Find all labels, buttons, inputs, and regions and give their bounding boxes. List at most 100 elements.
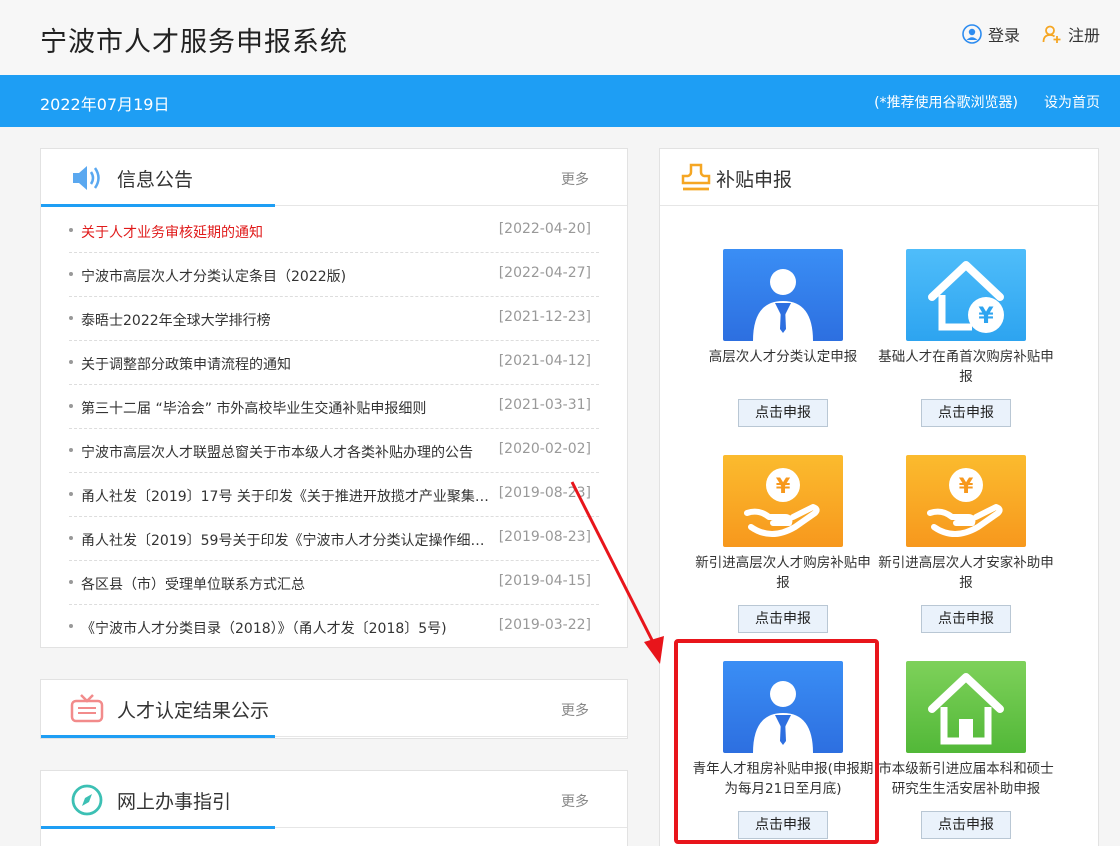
- active-tab-underline: [41, 204, 275, 207]
- svg-text:¥: ¥: [978, 304, 994, 329]
- hand-yen-icon: ¥: [927, 468, 1003, 537]
- tile-label: 新引进高层次人才购房补贴申报: [695, 555, 871, 591]
- active-tab-underline: [41, 826, 275, 829]
- login-label: 登录: [987, 26, 1020, 45]
- notice-panel: 信息公告 更多 关于人才业务审核延期的通知 [2022-04-20] 宁波市高层次…: [40, 148, 628, 648]
- notice-panel-title: 信息公告: [117, 169, 194, 191]
- notice-title[interactable]: 宁波市高层次人才分类认定条目（2022版): [81, 266, 493, 286]
- notice-title[interactable]: 宁波市高层次人才联盟总窗关于市本级人才各类补贴办理的公告: [81, 442, 493, 462]
- subsidy-tile: ¥ 新引进高层次人才安家补助申报 点击申报: [874, 455, 1058, 633]
- svg-text:¥: ¥: [776, 474, 791, 498]
- speaker-icon: [73, 166, 100, 190]
- notice-title[interactable]: 各区县（市）受理单位联系方式汇总: [81, 574, 493, 594]
- site-title: 宁波市人才服务申报系统: [40, 27, 348, 58]
- list-item: 甬人社发〔2019〕59号关于印发《宁波市人才分类认定操作细则》 [2019-08…: [69, 517, 599, 561]
- stamp-icon: [681, 163, 711, 191]
- notice-date: [2019-03-22]: [498, 617, 591, 633]
- notice-date: [2022-04-20]: [498, 221, 591, 237]
- notice-date: [2019-04-15]: [498, 573, 591, 589]
- tile-label: 新引进高层次人才安家补助申报: [878, 555, 1054, 591]
- list-item: 《宁波市人才分类目录（2018）》（甬人才发〔2018〕5号) [2019-03-…: [69, 605, 599, 649]
- list-item: 关于人才业务审核延期的通知 [2022-04-20]: [69, 209, 599, 253]
- list-item: 泰晤士2022年全球大学排行榜 [2021-12-23]: [69, 297, 599, 341]
- hand-yen-icon: ¥: [744, 468, 820, 537]
- list-item: 宁波市高层次人才分类认定条目（2022版) [2022-04-27]: [69, 253, 599, 297]
- current-date: 2022年07月19日: [40, 95, 170, 114]
- tile-label: 高层次人才分类认定申报: [708, 349, 858, 365]
- tile-image[interactable]: ¥: [906, 455, 1026, 547]
- add-user-icon: [1042, 25, 1061, 43]
- tile-label: 青年人才租房补贴申报(申报期为每月21日至月底): [692, 761, 874, 797]
- subsidy-tile: ¥ 新引进高层次人才购房补贴申报 点击申报: [691, 455, 875, 633]
- subsidy-tile: 市本级新引进应届本科和硕士研究生生活安居补助申报 点击申报: [874, 661, 1058, 839]
- svg-text:¥: ¥: [959, 474, 974, 498]
- guide-title: 网上办事指引: [117, 791, 232, 813]
- notice-title[interactable]: 关于调整部分政策申请流程的通知: [81, 354, 493, 374]
- apply-button[interactable]: 点击申报: [738, 811, 828, 839]
- notice-list: 关于人才业务审核延期的通知 [2022-04-20] 宁波市高层次人才分类认定条目…: [69, 209, 599, 649]
- browser-tip: (*推荐使用谷歌浏览器): [874, 95, 1018, 111]
- apply-button[interactable]: 点击申报: [921, 605, 1011, 633]
- tile-image[interactable]: [723, 249, 843, 341]
- tv-icon: [70, 694, 104, 723]
- notice-title[interactable]: 泰晤士2022年全球大学排行榜: [81, 310, 493, 330]
- tile-image[interactable]: ¥: [723, 455, 843, 547]
- talent-result-title: 人才认定结果公示: [117, 700, 270, 722]
- guide-panel: 网上办事指引 更多: [40, 770, 628, 846]
- notice-panel-header: 信息公告 更多: [41, 149, 627, 207]
- notice-date: [2022-04-27]: [498, 265, 591, 281]
- notice-date: [2021-12-23]: [498, 309, 591, 325]
- tile-label: 市本级新引进应届本科和硕士研究生生活安居补助申报: [878, 761, 1054, 797]
- apply-button[interactable]: 点击申报: [738, 399, 828, 427]
- notice-date: [2019-08-23]: [498, 529, 591, 545]
- auth-links: 登录 注册: [962, 22, 1100, 46]
- apply-button[interactable]: 点击申报: [738, 605, 828, 633]
- notice-date: [2020-02-02]: [498, 441, 591, 457]
- user-icon: [962, 24, 982, 44]
- notice-date: [2019-08-23]: [498, 485, 591, 501]
- register-link[interactable]: 注册: [1042, 22, 1100, 46]
- subsidy-tile: 青年人才租房补贴申报(申报期为每月21日至月底) 点击申报: [691, 661, 875, 839]
- notice-title[interactable]: 第三十二届 “毕洽会” 市外高校毕业生交通补贴申报细则: [81, 398, 493, 418]
- guide-more-link[interactable]: 更多: [561, 791, 589, 811]
- active-tab-underline: [41, 735, 275, 738]
- tile-label: 基础人才在甬首次购房补贴申报: [878, 349, 1054, 385]
- person-icon: [753, 269, 813, 341]
- guide-header: 网上办事指引 更多: [41, 771, 627, 829]
- apply-button[interactable]: 点击申报: [921, 811, 1011, 839]
- register-label: 注册: [1067, 26, 1100, 45]
- notice-title[interactable]: 关于人才业务审核延期的通知: [81, 222, 493, 242]
- notice-date: [2021-04-12]: [498, 353, 591, 369]
- subsidy-title: 补贴申报: [716, 169, 793, 191]
- notice-more-link[interactable]: 更多: [561, 169, 589, 189]
- person-icon: [753, 681, 813, 753]
- tile-image[interactable]: [906, 661, 1026, 753]
- notice-title[interactable]: 《宁波市人才分类目录（2018）》（甬人才发〔2018〕5号): [81, 618, 493, 638]
- talent-result-more-link[interactable]: 更多: [561, 700, 589, 720]
- tile-image[interactable]: ¥: [906, 249, 1026, 341]
- subsidy-header: 补贴申报: [660, 149, 1098, 206]
- house-yen-icon: ¥: [928, 261, 1004, 333]
- bluebar-links: (*推荐使用谷歌浏览器) 设为首页: [874, 92, 1100, 112]
- list-item: 宁波市高层次人才联盟总窗关于市本级人才各类补贴办理的公告 [2020-02-02]: [69, 429, 599, 473]
- compass-icon: [71, 784, 103, 816]
- top-header: 宁波市人才服务申报系统 登录 注册: [0, 0, 1120, 75]
- talent-result-header: 人才认定结果公示 更多: [41, 680, 627, 738]
- list-item: 关于调整部分政策申请流程的通知 [2021-04-12]: [69, 341, 599, 385]
- tile-image[interactable]: [723, 661, 843, 753]
- set-homepage-link[interactable]: 设为首页: [1044, 92, 1100, 112]
- talent-result-panel: 人才认定结果公示 更多: [40, 679, 628, 739]
- subsidy-tile: 高层次人才分类认定申报 点击申报: [691, 249, 875, 427]
- list-item: 各区县（市）受理单位联系方式汇总 [2019-04-15]: [69, 561, 599, 605]
- notice-title[interactable]: 甬人社发〔2019〕17号 关于印发《关于推进开放揽才产业聚集的若干意见》: [81, 486, 493, 506]
- date-bar: 2022年07月19日 (*推荐使用谷歌浏览器) 设为首页: [0, 75, 1120, 127]
- house-icon: [928, 673, 1004, 745]
- notice-date: [2021-03-31]: [498, 397, 591, 413]
- login-link[interactable]: 登录: [962, 22, 1020, 46]
- subsidy-tile: ¥ 基础人才在甬首次购房补贴申报 点击申报: [874, 249, 1058, 427]
- notice-title[interactable]: 甬人社发〔2019〕59号关于印发《宁波市人才分类认定操作细则》: [81, 530, 493, 550]
- subsidy-panel: 补贴申报 高层次人才分类认定申报 点击申报 ¥ 基础人才在甬首次购房补贴申报 点…: [659, 148, 1099, 846]
- apply-button[interactable]: 点击申报: [921, 399, 1011, 427]
- list-item: 第三十二届 “毕洽会” 市外高校毕业生交通补贴申报细则 [2021-03-31]: [69, 385, 599, 429]
- list-item: 甬人社发〔2019〕17号 关于印发《关于推进开放揽才产业聚集的若干意见》 [20…: [69, 473, 599, 517]
